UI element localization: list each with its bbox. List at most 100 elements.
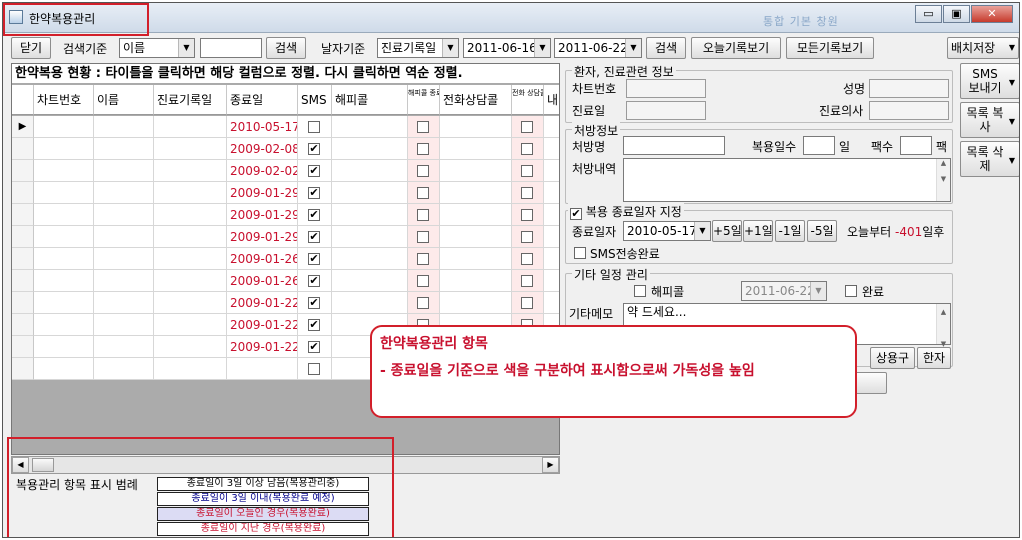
row-selector[interactable] — [12, 314, 34, 336]
column-header-chart[interactable]: 차트번호 — [34, 85, 94, 115]
happy-done-checkbox[interactable] — [417, 165, 429, 177]
table-row[interactable]: ▶ 2010-05-17 — [12, 116, 559, 138]
sms-checkbox[interactable]: ✔ — [308, 341, 320, 353]
table-row[interactable]: 2009-01-29 ✔ — [12, 182, 559, 204]
table-row[interactable]: 2009-01-29 ✔ — [12, 226, 559, 248]
column-header-phone[interactable]: 전화상담콜 — [440, 85, 512, 115]
column-header-end[interactable]: 종료일 — [227, 85, 298, 115]
scroll-right-icon[interactable]: ▶ — [542, 457, 559, 473]
close-button[interactable]: 닫기 — [11, 37, 51, 59]
table-row[interactable]: 2009-01-22 ✔ — [12, 292, 559, 314]
column-header-name[interactable]: 이름 — [94, 85, 154, 115]
today-records-button[interactable]: 오늘기록보기 — [691, 37, 781, 59]
row-selector[interactable] — [12, 270, 34, 292]
row-selector[interactable] — [12, 336, 34, 358]
minus-1-day-button[interactable]: -1일 — [775, 220, 805, 242]
column-header-sms[interactable]: SMS — [298, 85, 332, 115]
sms-send-button[interactable]: SMS 보내기 ▼ — [960, 63, 1019, 99]
row-selector[interactable] — [12, 182, 34, 204]
plus-1-day-button[interactable]: +1일 — [743, 220, 773, 242]
table-row[interactable]: 2009-02-02 ✔ — [12, 160, 559, 182]
row-selector[interactable] — [12, 358, 34, 380]
row-selector[interactable] — [12, 226, 34, 248]
maximize-button[interactable]: ▣ — [943, 5, 970, 23]
search-button[interactable]: 검색 — [266, 37, 306, 59]
sms-checkbox[interactable] — [308, 363, 320, 375]
memo-scrollbar[interactable]: ▲ ▼ — [936, 304, 950, 348]
minus-5-days-button[interactable]: -5일 — [807, 220, 837, 242]
phone-done-checkbox[interactable] — [521, 121, 533, 133]
prescription-detail-field[interactable]: ▲ ▼ — [623, 158, 951, 202]
list-copy-button[interactable]: 목록 복사 ▼ — [960, 102, 1019, 138]
happy-done-checkbox[interactable] — [417, 143, 429, 155]
sms-checkbox[interactable] — [308, 121, 320, 133]
happy-call-checkbox[interactable] — [634, 285, 646, 297]
phone-done-checkbox[interactable] — [521, 297, 533, 309]
column-header-happy-done[interactable]: 해피콜 종료 — [408, 85, 440, 115]
packs-field[interactable] — [900, 136, 932, 155]
batch-save-button[interactable]: 배치저장 ▼ — [947, 37, 1019, 59]
close-window-button[interactable]: ✕ — [971, 5, 1013, 23]
table-row[interactable]: 2009-01-29 ✔ — [12, 204, 559, 226]
happy-call-date-picker[interactable]: 2011-06-22 ▼ — [741, 281, 827, 301]
phone-done-checkbox[interactable] — [521, 143, 533, 155]
sms-checkbox[interactable]: ✔ — [308, 253, 320, 265]
sms-checkbox[interactable]: ✔ — [308, 143, 320, 155]
phone-done-checkbox[interactable] — [521, 231, 533, 243]
happy-done-checkbox[interactable] — [417, 275, 429, 287]
cell-chart — [34, 182, 94, 204]
phone-done-checkbox[interactable] — [521, 165, 533, 177]
happy-done-checkbox[interactable] — [417, 297, 429, 309]
sms-checkbox[interactable]: ✔ — [308, 297, 320, 309]
etc-done-checkbox[interactable] — [845, 285, 857, 297]
sms-checkbox[interactable]: ✔ — [308, 209, 320, 221]
date-to-picker[interactable]: 2011-06-22 ▼ — [554, 38, 642, 58]
column-header-happy[interactable]: 해피콜 — [332, 85, 408, 115]
end-date-picker[interactable]: 2010-05-17 ▼ — [623, 221, 711, 241]
phone-done-checkbox[interactable] — [521, 253, 533, 265]
row-selector[interactable] — [12, 204, 34, 226]
happy-done-checkbox[interactable] — [417, 231, 429, 243]
table-row[interactable]: 2009-02-08 ✔ — [12, 138, 559, 160]
search-input[interactable] — [200, 38, 262, 58]
sms-checkbox[interactable]: ✔ — [308, 275, 320, 287]
hanja-button[interactable]: 한자 — [917, 347, 951, 369]
prescription-name-field[interactable] — [623, 136, 725, 155]
date-key-select[interactable]: 진료기록일 ▼ — [377, 38, 459, 58]
happy-done-checkbox[interactable] — [417, 121, 429, 133]
column-header-phone-done[interactable]: 전화 상담콜 종료 — [512, 85, 544, 115]
sms-checkbox[interactable]: ✔ — [308, 319, 320, 331]
sms-checkbox[interactable]: ✔ — [308, 165, 320, 177]
detail-scrollbar[interactable]: ▲ ▼ — [936, 159, 950, 201]
row-selector[interactable]: ▶ — [12, 116, 34, 138]
happy-done-checkbox[interactable] — [417, 209, 429, 221]
search-button-2[interactable]: 검색 — [646, 37, 686, 59]
plus-5-days-button[interactable]: +5일 — [712, 220, 742, 242]
happy-done-checkbox[interactable] — [417, 253, 429, 265]
packs-label: 팩수 — [871, 140, 894, 154]
sms-checkbox[interactable]: ✔ — [308, 187, 320, 199]
phrase-button[interactable]: 상용구 — [870, 347, 915, 369]
phone-done-checkbox[interactable] — [521, 275, 533, 287]
row-selector[interactable] — [12, 160, 34, 182]
phone-done-checkbox[interactable] — [521, 187, 533, 199]
phone-done-checkbox[interactable] — [521, 209, 533, 221]
sms-checkbox[interactable]: ✔ — [308, 231, 320, 243]
all-records-button[interactable]: 모든기록보기 — [786, 37, 874, 59]
row-selector[interactable] — [12, 138, 34, 160]
column-header-visit[interactable]: 진료기록일 — [154, 85, 227, 115]
list-delete-button[interactable]: 목록 삭제 ▼ — [960, 141, 1019, 177]
dose-days-field[interactable] — [803, 136, 835, 155]
row-selector[interactable] — [12, 248, 34, 270]
end-date-enable-checkbox[interactable]: ✔ — [570, 208, 582, 220]
table-row[interactable]: 2009-01-26 ✔ — [12, 270, 559, 292]
sms-sent-checkbox[interactable] — [574, 247, 586, 259]
date-from-picker[interactable]: 2011-06-16 ▼ — [463, 38, 551, 58]
happy-done-checkbox[interactable] — [417, 187, 429, 199]
row-selector[interactable] — [12, 292, 34, 314]
column-header-extra[interactable]: 내 — [544, 85, 559, 115]
table-row[interactable]: 2009-01-26 ✔ — [12, 248, 559, 270]
minimize-button[interactable]: ▭ — [915, 5, 942, 23]
cell-visit — [154, 248, 227, 270]
search-key-select[interactable]: 이름 ▼ — [119, 38, 195, 58]
